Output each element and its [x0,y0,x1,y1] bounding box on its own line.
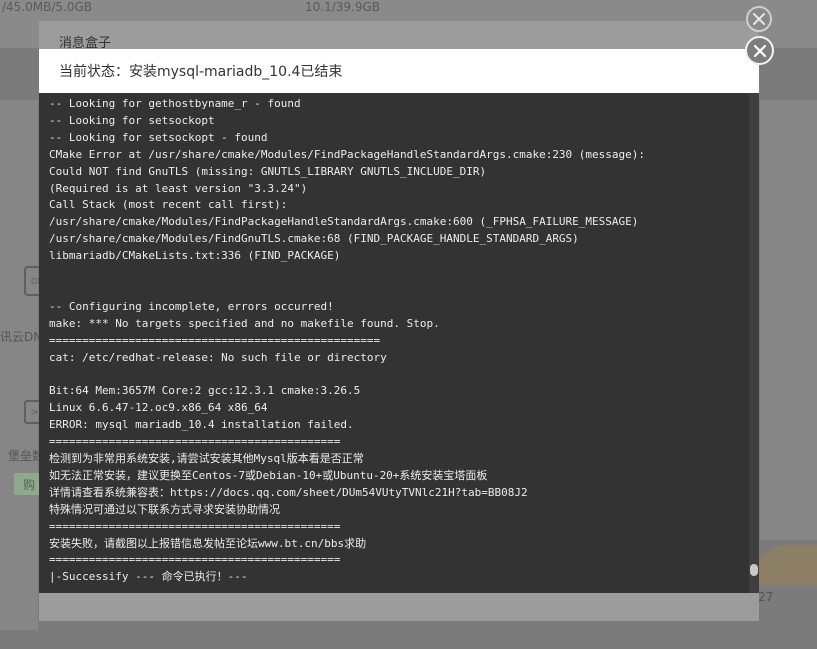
console-line: 安装失败，请截图以上报错信息发帖至论坛www.bt.cn/bbs求助 [49,536,367,550]
console-line: ========================================… [49,553,341,567]
message-box-close-button[interactable] [746,6,772,32]
console-line: ========================================… [49,519,341,533]
console-line: 如无法正常安装，建议更换至Centos-7或Debian-10+或Ubuntu-… [49,468,488,482]
console-line: libmariadb/CMakeLists.txt:336 (FIND_PACK… [49,249,341,263]
console-line: Could NOT find GnuTLS (missing: GNUTLS_L… [49,164,487,178]
console-line: -- Looking for gethostbyname_r - found [49,97,301,110]
status-value: 安装mysql-mariadb_10.4已结束 [129,64,343,80]
dialog-header: 当前状态： 安装mysql-mariadb_10.4已结束 [39,49,759,94]
console-line: /usr/share/cmake/Modules/FindGnuTLS.cmak… [49,232,579,246]
console-line: -- Looking for setsockopt - found [49,130,268,144]
console-line: cat: /etc/redhat-release: No such file o… [49,350,387,364]
console-line: -- Configuring incomplete, errors occurr… [49,299,334,313]
console-line: make: *** No targets specified and no ma… [49,316,440,330]
console-log-text: -- Looking for gethostbyname_r - found -… [49,96,645,586]
scrollbar-thumb[interactable] [750,564,758,576]
dialog-close-button[interactable] [745,36,774,65]
background-chart-shape [757,545,817,585]
console-line: -- Looking for setsockopt [49,113,215,127]
console-line: CMake Error at /usr/share/cmake/Modules/… [49,147,646,161]
console-line: ERROR: mysql mariadb_10.4 installation f… [49,418,354,432]
background-dns-label: 讯云DN [0,330,43,344]
status-label: 当前状态： [59,64,129,80]
console-line: 特殊情况可通过以下联系方式寻求安装协助情况 [49,502,280,516]
background-memory-stat: /45.0MB/5.0GB [2,0,93,14]
console-line: ========================================… [49,435,341,449]
install-log-dialog: 当前状态： 安装mysql-mariadb_10.4已结束 -- Looking … [39,49,759,593]
background-disk-stat: 10.1/39.9GB [305,0,381,14]
console-line: 检测到为非常用系统安装,请尝试安装其他Mysql版本看是否正常 [49,452,364,466]
close-icon [753,13,765,25]
console-line: Bit:64 Mem:3657M Core:2 gcc:12.3.1 cmake… [49,384,361,398]
console-line: /usr/share/cmake/Modules/FindPackageHand… [49,215,639,229]
background-number: 27 [758,590,774,604]
background-card [0,100,38,630]
console-scrollbar[interactable] [749,93,759,593]
console-line: (Required is at least version "3.3.24") [49,181,308,195]
close-icon [753,44,766,57]
console-line: Linux 6.6.47-12.oc9.x86_64 x86_64 [49,401,268,415]
console-line: Call Stack (most recent call first): [49,198,288,212]
message-box-footer [39,593,759,621]
console-line: ========================================… [49,333,381,347]
background-card [760,100,817,540]
console-output[interactable]: -- Looking for gethostbyname_r - found -… [39,93,759,593]
console-line: 详情请查看系统兼容表：https://docs.qq.com/sheet/DUm… [49,485,528,499]
console-line: |-Successify --- 命令已执行！--- [49,570,248,584]
